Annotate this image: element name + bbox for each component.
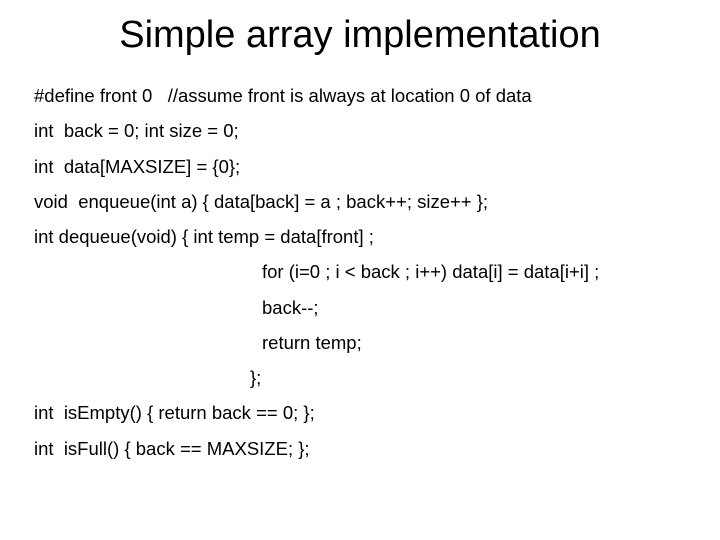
code-line: }; <box>34 367 686 388</box>
code-line: #define front 0 //assume front is always… <box>34 85 686 106</box>
code-line: int isFull() { back == MAXSIZE; }; <box>34 438 686 459</box>
code-line: int isEmpty() { return back == 0; }; <box>34 402 686 423</box>
code-line: int data[MAXSIZE] = {0}; <box>34 156 686 177</box>
code-line: return temp; <box>34 332 686 353</box>
slide: Simple array implementation #define fron… <box>0 14 720 540</box>
code-line: int back = 0; int size = 0; <box>34 120 686 141</box>
code-line: int dequeue(void) { int temp = data[fron… <box>34 226 686 247</box>
code-block: #define front 0 //assume front is always… <box>0 85 720 459</box>
code-line: void enqueue(int a) { data[back] = a ; b… <box>34 191 686 212</box>
code-line: for (i=0 ; i < back ; i++) data[i] = dat… <box>34 261 686 282</box>
slide-title: Simple array implementation <box>0 14 720 57</box>
code-line: back--; <box>34 297 686 318</box>
